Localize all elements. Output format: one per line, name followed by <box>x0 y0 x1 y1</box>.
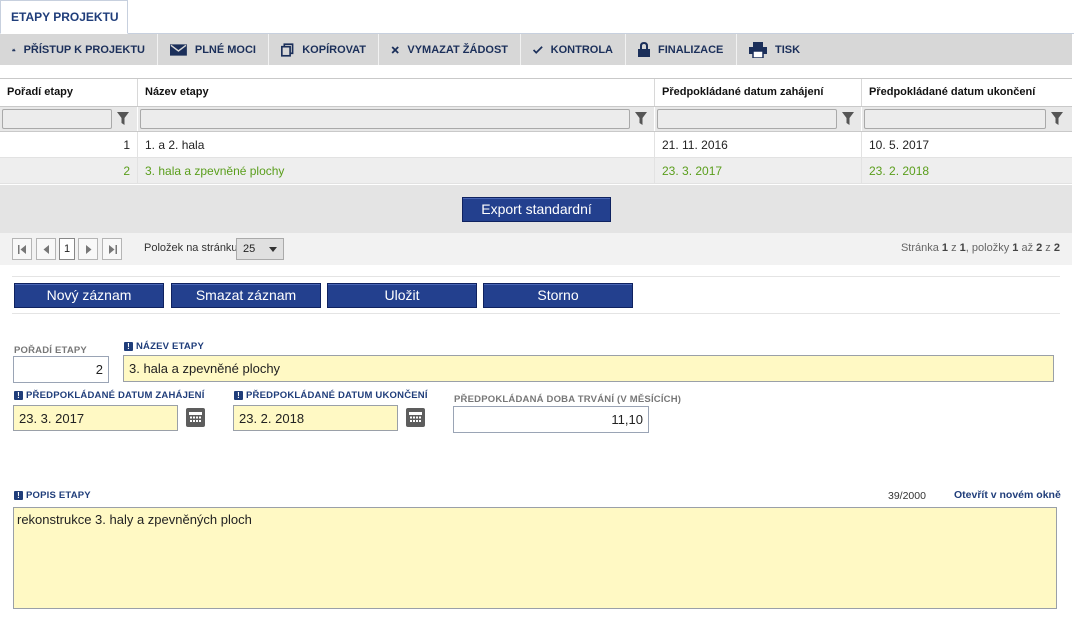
column-header-zahajeni[interactable]: Předpokládané datum zahájení <box>655 79 862 106</box>
toolbar-label: FINALIZACE <box>658 43 724 56</box>
page-size-label: Položek na stránku <box>144 242 238 254</box>
filter-icon[interactable] <box>1046 112 1068 126</box>
save-button[interactable]: Uložit <box>327 283 477 308</box>
cell-zahajeni: 21. 11. 2016 <box>655 132 862 157</box>
required-icon: ! <box>234 391 243 400</box>
grid-footer: Export standardní <box>0 185 1072 233</box>
table-row[interactable]: 1 1. a 2. hala 21. 11. 2016 10. 5. 2017 <box>0 132 1072 158</box>
order-label: POŘADÍ ETAPY <box>14 345 87 356</box>
cell-ukonceni: 23. 2. 2018 <box>869 164 930 178</box>
cell-poradi: 2 <box>0 158 138 183</box>
last-page-button[interactable] <box>102 238 122 260</box>
pager-info: Stránka 1 z 1, položky 1 až 2 z 2 <box>900 242 1060 254</box>
cell-nazev: 1. a 2. hala <box>138 132 655 157</box>
filter-input-ukonceni[interactable] <box>864 109 1046 129</box>
duration-field: 11,10 <box>453 406 649 433</box>
name-value: 3. hala a zpevněné plochy <box>129 361 281 376</box>
description-value: rekonstrukce 3. haly a zpevněných ploch <box>17 512 252 527</box>
toolbar: PŘÍSTUP K PROJEKTU PLNÉ MOCI KOPÍROVAT V… <box>0 34 1072 65</box>
toolbar-label: VYMAZAT ŽÁDOST <box>407 43 508 56</box>
toolbar-label: KOPÍROVAT <box>302 43 366 56</box>
order-value: 2 <box>95 362 103 377</box>
divider <box>12 276 1060 277</box>
required-icon: ! <box>14 391 23 400</box>
check-icon <box>533 45 543 54</box>
next-page-button[interactable] <box>78 238 98 260</box>
toolbar-label: KONTROLA <box>550 43 613 56</box>
export-button[interactable]: Export standardní <box>462 197 611 222</box>
first-page-icon <box>17 244 26 254</box>
toolbar-finalizace[interactable]: FINALIZACE <box>626 34 737 65</box>
first-page-button[interactable] <box>12 238 32 260</box>
start-date-field[interactable]: 23. 3. 2017 <box>13 405 178 431</box>
description-textarea[interactable]: rekonstrukce 3. haly a zpevněných ploch <box>13 507 1057 609</box>
cell-ukonceni: 10. 5. 2017 <box>869 138 930 152</box>
toolbar-label: PŘÍSTUP K PROJEKTU <box>23 43 145 56</box>
page-size-select[interactable]: 25 <box>236 238 284 260</box>
divider <box>12 313 1060 314</box>
grid-filter-row <box>0 106 1072 132</box>
toolbar-label: PLNÉ MOCI <box>194 43 256 56</box>
toolbar-plne-moci[interactable]: PLNÉ MOCI <box>158 34 269 65</box>
toolbar-pristup-k-projektu[interactable]: PŘÍSTUP K PROJEKTU <box>0 34 158 65</box>
chevron-down-icon <box>269 247 277 252</box>
grid-header: Pořadí etapy Název etapy Předpokládané d… <box>0 79 1072 106</box>
toolbar-tisk[interactable]: TISK <box>737 34 812 65</box>
cell-poradi: 1 <box>0 132 138 157</box>
required-icon: ! <box>124 342 133 351</box>
toolbar-kopirovat[interactable]: KOPÍROVAT <box>269 34 379 65</box>
table-row-selected[interactable]: 2 3. hala a zpevněné plochy 23. 3. 2017 … <box>0 158 1072 184</box>
tab-etapy-projektu[interactable]: ETAPY PROJEKTU <box>0 0 128 34</box>
people-icon <box>12 48 16 51</box>
tab-bar: ETAPY PROJEKTU <box>0 0 1074 34</box>
cancel-button[interactable]: Storno <box>483 283 633 308</box>
column-header-nazev[interactable]: Název etapy <box>138 79 655 106</box>
cell-nazev: 3. hala a zpevněné plochy <box>138 158 655 183</box>
char-counter: 39/2000 <box>888 490 926 502</box>
column-header-poradi[interactable]: Pořadí etapy <box>0 79 138 106</box>
filter-input-poradi[interactable] <box>2 109 112 129</box>
copy-icon <box>281 42 294 57</box>
page-size-value: 25 <box>243 243 256 255</box>
filter-input-nazev[interactable] <box>140 109 630 129</box>
end-date-value: 23. 2. 2018 <box>239 410 305 426</box>
filter-icon[interactable] <box>112 112 134 126</box>
etapy-grid: Pořadí etapy Název etapy Předpokládané d… <box>0 78 1072 184</box>
toolbar-vymazat-zadost[interactable]: VYMAZAT ŽÁDOST <box>379 34 521 65</box>
prev-page-icon <box>43 244 49 254</box>
envelope-icon <box>170 43 187 56</box>
start-date-value: 23. 3. 2017 <box>19 410 85 426</box>
name-label: ! NÁZEV ETAPY <box>124 341 204 352</box>
duration-label: PŘEDPOKLÁDANÁ DOBA TRVÁNÍ (V MĚSÍCÍCH) <box>454 394 682 405</box>
duration-value: 11,10 <box>611 412 643 427</box>
last-page-icon <box>108 244 117 254</box>
prev-page-button[interactable] <box>36 238 56 260</box>
new-record-button[interactable]: Nový záznam <box>14 283 164 308</box>
filter-icon[interactable] <box>837 112 859 126</box>
cell-zahajeni: 23. 3. 2017 <box>655 158 862 183</box>
current-page[interactable]: 1 <box>59 238 75 260</box>
toolbar-label: TISK <box>775 43 801 56</box>
pager: 1 Položek na stránku 25 Stránka 1 z 1, p… <box>0 233 1072 265</box>
toolbar-kontrola[interactable]: KONTROLA <box>521 34 626 65</box>
end-date-field[interactable]: 23. 2. 2018 <box>233 405 398 431</box>
required-icon: ! <box>14 491 23 500</box>
calendar-icon[interactable] <box>186 408 205 427</box>
name-field[interactable]: 3. hala a zpevněné plochy <box>123 355 1054 382</box>
end-date-label: ! PŘEDPOKLÁDANÉ DATUM UKONČENÍ <box>234 390 428 401</box>
filter-icon[interactable] <box>630 112 652 126</box>
description-label: ! POPIS ETAPY <box>14 490 91 501</box>
cross-icon <box>391 45 399 54</box>
start-date-label: ! PŘEDPOKLÁDANÉ DATUM ZAHÁJENÍ <box>14 390 205 401</box>
printer-icon <box>749 41 767 58</box>
delete-record-button[interactable]: Smazat záznam <box>171 283 321 308</box>
column-header-ukonceni[interactable]: Předpokládané datum ukončení <box>862 79 1072 106</box>
next-page-icon <box>85 244 91 254</box>
order-field[interactable]: 2 <box>13 356 109 383</box>
calendar-icon[interactable] <box>406 408 425 427</box>
lock-icon <box>638 42 650 57</box>
filter-input-zahajeni[interactable] <box>657 109 837 129</box>
open-new-window-link[interactable]: Otevřít v novém okně <box>954 489 1061 501</box>
